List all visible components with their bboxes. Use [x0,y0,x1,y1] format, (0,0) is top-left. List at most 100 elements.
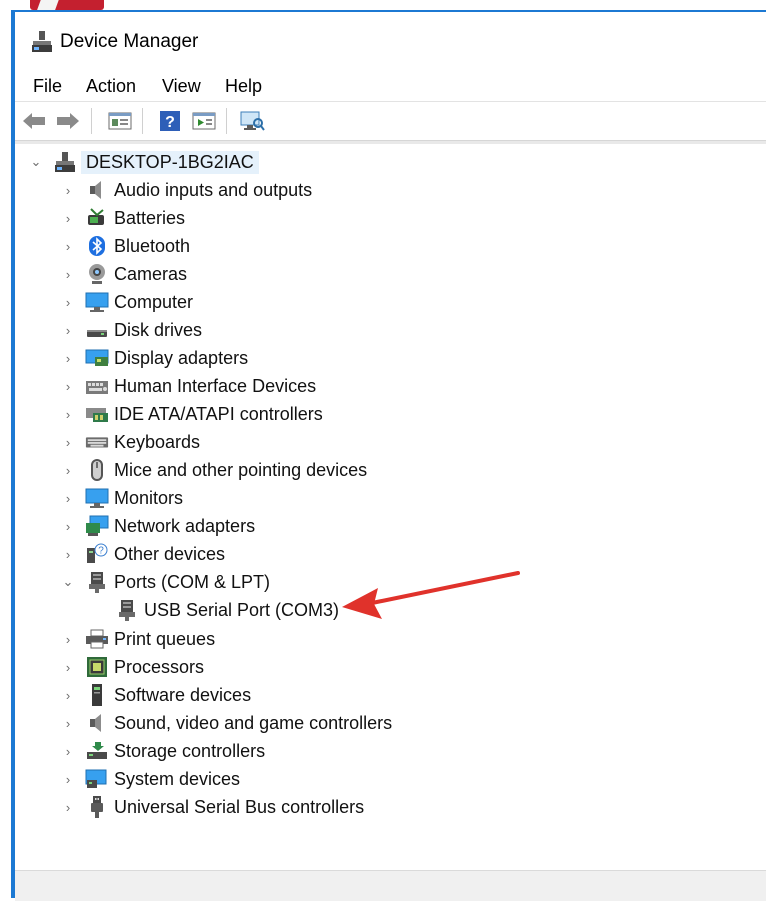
tree-item-storage-controllers[interactable]: › Storage controllers [15,737,766,765]
tree-item-label: IDE ATA/ATAPI controllers [114,403,323,424]
chevron-right-icon[interactable]: › [61,716,75,731]
tree-item-network-adapters[interactable]: › Network adapters [15,512,766,540]
mouse-icon [85,458,109,482]
status-bar [15,870,766,901]
chevron-down-icon[interactable]: ⌄ [29,154,43,169]
tree-item-print-queues[interactable]: › Print queues [15,625,766,653]
chevron-right-icon[interactable]: › [61,211,75,226]
tree-item-label: Other devices [114,543,226,564]
chevron-right-icon[interactable]: › [61,547,75,562]
tree-item-other-devices[interactable]: › ? Other devices [15,540,766,568]
toolbar: ? [15,102,766,140]
tree-item-audio[interactable]: › Audio inputs and outputs [15,176,766,204]
chevron-right-icon[interactable]: › [61,407,75,422]
chevron-right-icon[interactable]: › [61,632,75,647]
computer-tower-icon [53,150,77,174]
background-strip [0,0,766,10]
chevron-right-icon[interactable]: › [61,660,75,675]
speaker-icon [85,711,109,735]
menu-view[interactable]: View [158,74,205,99]
chevron-right-icon[interactable]: › [61,519,75,534]
tree-item-software-devices[interactable]: › Software devices [15,681,766,709]
tree-item-sound-video[interactable]: › Sound, video and game controllers [15,709,766,737]
tree-item-keyboards[interactable]: › Keyboards [15,428,766,456]
update-driver-icon[interactable] [191,109,217,133]
storage-controller-icon [85,739,109,763]
tree-item-usb-controllers[interactable]: › Universal Serial Bus controllers [15,793,766,821]
chevron-right-icon[interactable]: › [61,744,75,759]
tree-item-cameras[interactable]: › Cameras [15,260,766,288]
chevron-down-icon[interactable]: ⌄ [61,574,75,589]
title-bar: Device Manager [15,12,766,68]
port-connector-icon [85,570,109,594]
battery-icon [85,206,109,230]
tree-item-computer[interactable]: › Computer [15,288,766,316]
tree-item-label: Mice and other pointing devices [114,459,368,480]
monitor-icon [85,290,109,314]
monitor-icon [85,486,109,510]
tree-item-label: Disk drives [114,319,203,340]
window-title: Device Manager [60,31,199,52]
chevron-right-icon[interactable]: › [61,323,75,338]
tree-item-label: Storage controllers [114,740,266,761]
system-device-icon [85,767,109,791]
tree-item-label: Network adapters [114,515,256,536]
tree-item-label: USB Serial Port (COM3) [144,599,340,620]
webcam-icon [85,262,109,286]
toolbar-separator [91,108,92,134]
tree-item-ide[interactable]: › IDE ATA/ATAPI controllers [15,400,766,428]
tree-item-system-devices[interactable]: › System devices [15,765,766,793]
menu-file[interactable]: File [29,74,66,99]
tree-item-ports[interactable]: ⌄ Ports (COM & LPT) [15,568,766,596]
chevron-right-icon[interactable]: › [61,491,75,506]
tree-item-label: Audio inputs and outputs [114,179,313,200]
toolbar-separator [142,108,143,134]
display-adapter-icon [85,346,109,370]
chevron-right-icon[interactable]: › [61,688,75,703]
tree-item-batteries[interactable]: › Batteries [15,204,766,232]
chevron-right-icon[interactable]: › [61,463,75,478]
chevron-right-icon[interactable]: › [61,435,75,450]
chevron-right-icon[interactable]: › [61,772,75,787]
chevron-right-icon[interactable]: › [61,267,75,282]
chevron-right-icon[interactable]: › [61,351,75,366]
tree-item-usb-serial-port[interactable]: USB Serial Port (COM3) [15,596,766,624]
chevron-right-icon[interactable]: › [61,239,75,254]
tree-item-label: System devices [114,768,241,789]
chevron-right-icon[interactable]: › [61,379,75,394]
tree-root[interactable]: ⌄ DESKTOP-1BG2IAC [15,148,766,176]
tree-item-label: Batteries [114,207,186,228]
tree-item-mice[interactable]: › Mice and other pointing devices [15,456,766,484]
device-manager-icon [31,30,53,54]
menu-action[interactable]: Action [82,74,140,99]
tree-item-label: Print queues [114,628,216,649]
tree-item-bluetooth[interactable]: › Bluetooth [15,232,766,260]
tree-item-label: Cameras [114,263,188,284]
chevron-right-icon[interactable]: › [61,800,75,815]
tree-item-label: Display adapters [114,347,249,368]
tree-item-monitors[interactable]: › Monitors [15,484,766,512]
properties-icon[interactable] [107,109,133,133]
tree-item-label: Universal Serial Bus controllers [114,796,365,817]
chevron-right-icon[interactable]: › [61,183,75,198]
back-arrow-icon[interactable] [21,109,47,133]
bluetooth-icon [85,234,109,258]
tree-item-label: Keyboards [114,431,201,452]
tree-item-hid[interactable]: › Human Interface Devices [15,372,766,400]
device-tree: ⌄ DESKTOP-1BG2IAC › Audio inputs and out… [15,144,766,870]
scan-hardware-icon[interactable] [239,109,265,133]
svg-text:?: ? [165,114,175,131]
tree-item-display-adapters[interactable]: › Display adapters [15,344,766,372]
menu-help[interactable]: Help [221,74,266,99]
tree-item-label: Software devices [114,684,252,705]
tree-item-processors[interactable]: › Processors [15,653,766,681]
port-connector-icon [115,598,139,622]
unknown-device-icon: ? [85,542,109,566]
keyboard-icon [85,430,109,454]
background-logo [30,0,104,10]
help-icon[interactable]: ? [157,109,183,133]
forward-arrow-icon[interactable] [55,109,81,133]
tree-item-label: Computer [114,291,194,312]
chevron-right-icon[interactable]: › [61,295,75,310]
tree-item-disk-drives[interactable]: › Disk drives [15,316,766,344]
